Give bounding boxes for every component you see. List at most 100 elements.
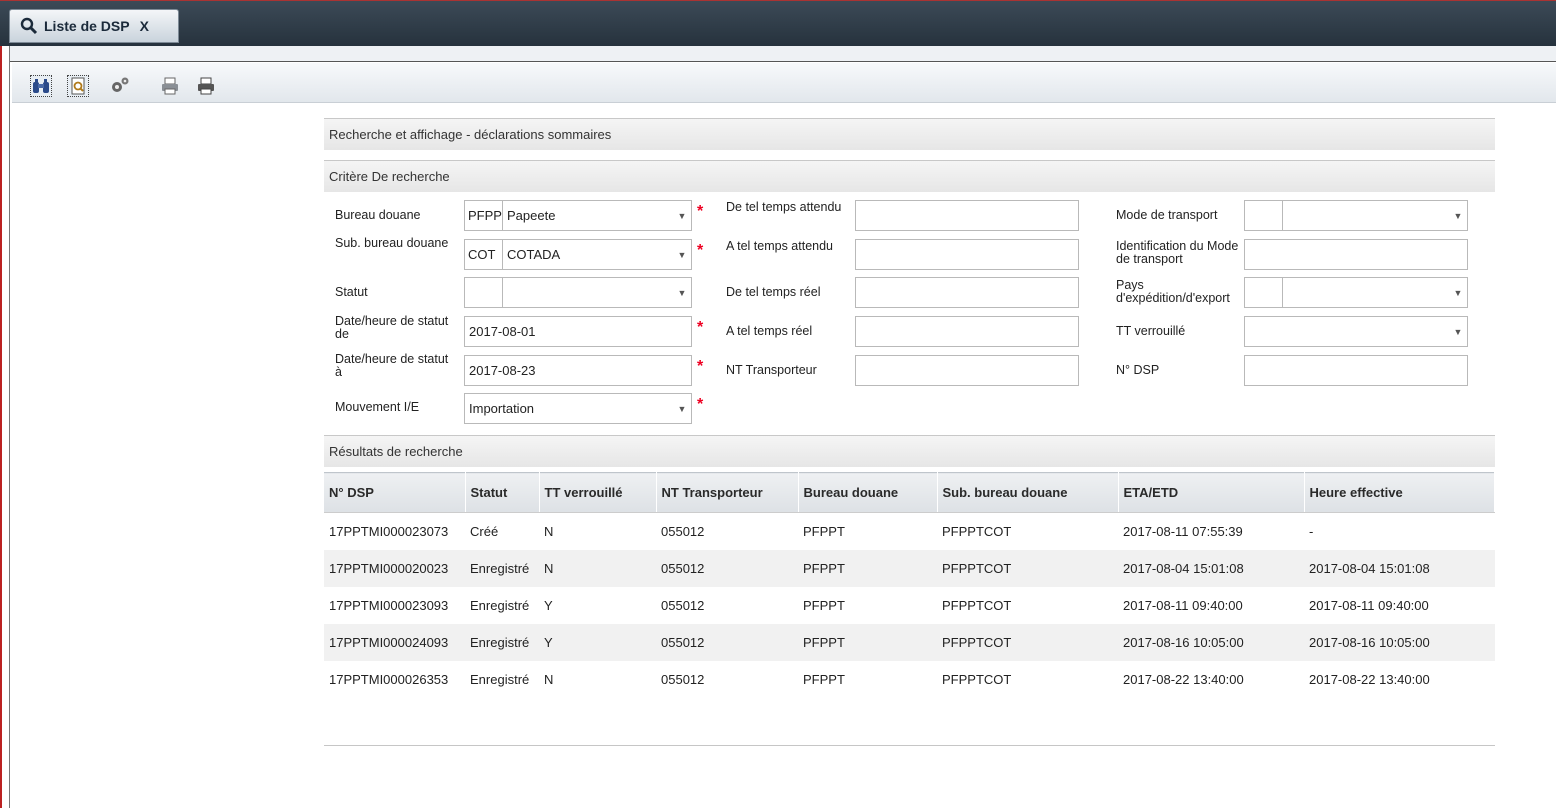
table-cell: - <box>1309 523 1314 539</box>
mouvement-label: Mouvement I/E <box>335 400 420 414</box>
table-cell: Créé <box>470 523 499 539</box>
date-de-label: Date/heure de statut de <box>335 314 449 341</box>
table-cell: N <box>544 523 554 539</box>
criteria-section-title: Critère De recherche <box>324 160 1495 192</box>
top-bar: Liste de DSP X <box>0 0 1556 46</box>
col-sub-bureau-douane[interactable]: Sub. bureau douane <box>937 472 1119 513</box>
table-cell: Enregistré <box>470 597 530 613</box>
tab-close-button[interactable]: X <box>140 18 149 34</box>
document-search-icon[interactable] <box>67 75 89 97</box>
table-cell: N <box>539 549 656 587</box>
pays-label: Pays d'expédition/d'export <box>1116 278 1230 305</box>
table-cell: 2017-08-04 15:01:08 <box>1304 549 1495 587</box>
chevron-down-icon: ▼ <box>1453 326 1463 337</box>
required-star: * <box>697 319 704 336</box>
mode-transport-select[interactable]: ▼ <box>1244 200 1468 231</box>
de-tel-reel-input[interactable] <box>855 277 1079 308</box>
chevron-down-icon: ▼ <box>1453 287 1463 298</box>
binoculars-icon[interactable] <box>30 75 52 97</box>
col-tt-verrouille[interactable]: TT verrouillé <box>539 472 657 513</box>
table-cell: 2017-08-11 07:55:39 <box>1123 523 1243 539</box>
table-cell: 17PPTMI000023073 <box>329 523 449 539</box>
table-cell: 2017-08-22 13:40:00 <box>1309 671 1430 687</box>
table-cell: PFPPT <box>798 549 937 587</box>
print-icon[interactable] <box>195 75 217 97</box>
col-no-dsp[interactable]: N° DSP <box>324 472 466 513</box>
statut-select[interactable]: ▼ <box>464 277 692 308</box>
col-bureau-douane[interactable]: Bureau douane <box>798 472 938 513</box>
table-row[interactable]: 17PPTMI000023073 Créé N 055012 PFPPT PFPPTCOT… <box>324 513 1495 550</box>
de-tel-attendu-label: De tel temps attendu <box>726 200 842 214</box>
a-tel-attendu-label: A tel temps attendu <box>726 239 834 253</box>
pays-select[interactable]: ▼ <box>1244 277 1468 308</box>
no-dsp-label: N° DSP <box>1116 363 1160 377</box>
bureau-douane-code: PFPPT <box>465 201 503 230</box>
table-cell: 055012 <box>656 549 798 587</box>
a-tel-reel-input[interactable] <box>855 316 1079 347</box>
ident-mode-label: Identification du Mode de transport <box>1116 239 1239 266</box>
a-tel-attendu-input[interactable] <box>855 239 1079 270</box>
tab-strip <box>0 46 1556 62</box>
table-row[interactable]: 17PPTMI000020023 Enregistré N 055012 PFPPT PF… <box>324 549 1495 587</box>
table-cell: PFPPTCOT <box>942 523 1012 539</box>
settings-icon[interactable] <box>109 75 131 97</box>
nt-transporteur-input[interactable] <box>855 355 1079 386</box>
col-statut[interactable]: Statut <box>465 472 540 513</box>
date-a-label: Date/heure de statut à <box>335 352 449 379</box>
table-cell: 2017-08-22 13:40:00 <box>1123 671 1244 687</box>
statut-code <box>465 278 503 307</box>
bureau-douane-value: Papeete <box>507 208 556 223</box>
table-cell: 2017-08-11 09:40:00 <box>1123 597 1243 613</box>
table-cell: Y <box>544 597 553 613</box>
mode-transport-code <box>1245 201 1283 230</box>
col-heure-effective[interactable]: Heure effective <box>1304 472 1495 513</box>
de-tel-attendu-input[interactable] <box>855 200 1079 231</box>
results-header-row: N° DSP Statut TT verrouillé NT Transport… <box>324 472 1495 513</box>
required-star: * <box>697 242 704 259</box>
mode-transport-label: Mode de transport <box>1116 208 1218 222</box>
col-eta-etd[interactable]: ETA/ETD <box>1118 472 1305 513</box>
tab-liste-de-dsp[interactable]: Liste de DSP X <box>9 9 179 43</box>
table-cell: Enregistré <box>465 623 539 661</box>
page-title: Recherche et affichage - déclarations so… <box>324 118 1495 150</box>
table-cell: 17PPTMI000024093 <box>324 623 465 661</box>
table-cell: Enregistré <box>470 671 530 687</box>
sub-bureau-select[interactable]: COT COTADA ▼ <box>464 239 692 270</box>
table-cell: 2017-08-16 10:05:00 <box>1118 623 1304 661</box>
table-cell: PFPPT <box>803 523 845 539</box>
table-cell: PFPPTCOT <box>942 597 1012 613</box>
col-nt-transporteur[interactable]: NT Transporteur <box>656 472 799 513</box>
nt-transporteur-label: NT Transporteur <box>726 363 817 377</box>
table-cell: PFPPTCOT <box>937 623 1118 661</box>
sub-bureau-label: Sub. bureau douane <box>335 236 449 250</box>
results-table: N° DSP Statut TT verrouillé NT Transport… <box>324 472 1495 698</box>
chevron-down-icon: ▼ <box>677 249 687 260</box>
print-preview-icon[interactable] <box>159 75 181 97</box>
left-border <box>0 46 10 808</box>
sub-bureau-value: COTADA <box>507 247 561 262</box>
search-icon <box>20 17 38 35</box>
statut-label: Statut <box>335 285 368 299</box>
table-row[interactable]: 17PPTMI000023093 Enregistré Y 055012 PFPPT PF… <box>324 587 1495 624</box>
table-cell: PFPPT <box>798 623 937 661</box>
mouvement-select[interactable]: Importation ▼ <box>464 393 692 424</box>
table-cell: PFPPTCOT <box>942 671 1012 687</box>
bureau-douane-label: Bureau douane <box>335 208 421 222</box>
ident-mode-input[interactable] <box>1244 239 1468 270</box>
table-row[interactable]: 17PPTMI000024093 Enregistré Y 055012 PFPPT PF… <box>324 623 1495 661</box>
table-cell: 2017-08-04 15:01:08 <box>1118 549 1304 587</box>
chevron-down-icon: ▼ <box>677 210 687 221</box>
table-cell: 17PPTMI000020023 <box>324 549 465 587</box>
table-cell: Y <box>539 623 656 661</box>
table-row[interactable]: 17PPTMI000026353 Enregistré N 055012 PFPPT PF… <box>324 661 1495 698</box>
toolbar <box>12 63 1556 103</box>
date-a-input[interactable]: 2017-08-23 <box>464 355 692 386</box>
table-cell: 055012 <box>661 597 705 613</box>
date-de-input[interactable]: 2017-08-01 <box>464 316 692 347</box>
sub-bureau-code: COT <box>465 240 503 269</box>
mouvement-value: Importation <box>469 401 535 416</box>
date-a-value: 2017-08-23 <box>469 363 536 378</box>
tt-verrouille-select[interactable]: ▼ <box>1244 316 1468 347</box>
no-dsp-input[interactable] <box>1244 355 1468 386</box>
bureau-douane-select[interactable]: PFPPT Papeete ▼ <box>464 200 692 231</box>
